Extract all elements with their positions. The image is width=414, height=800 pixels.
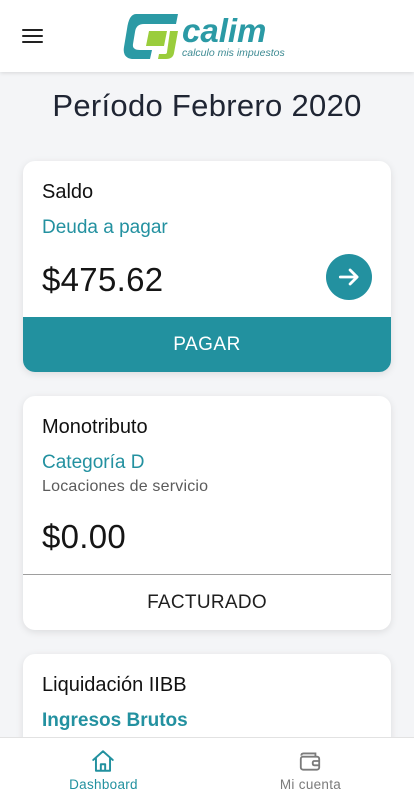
- card-subtitle: Deuda a pagar: [42, 217, 168, 238]
- app-header: calim calculo mis impuestos: [0, 0, 414, 72]
- billed-button[interactable]: FACTURADO: [23, 574, 391, 630]
- balance-amount: $475.62: [42, 261, 164, 298]
- card-subtitle: Ingresos Brutos: [42, 710, 188, 731]
- menu-line-icon: [21, 35, 43, 37]
- bottom-navigation: Dashboard Mi cuenta: [0, 737, 414, 800]
- monotributo-amount: $0.00: [42, 518, 127, 555]
- nav-label: Mi cuenta: [279, 777, 342, 792]
- logo-wordmark: calim: [182, 12, 267, 49]
- hamburger-menu-button[interactable]: [14, 20, 50, 52]
- logo-tagline: calculo mis impuestos: [182, 47, 285, 59]
- balance-card: Saldo Deuda a pagar $475.62 PAGAR: [23, 161, 391, 372]
- home-icon: [92, 750, 114, 772]
- wallet-icon: [299, 752, 321, 771]
- pay-button[interactable]: PAGAR: [23, 317, 391, 372]
- iibb-card: Liquidación IIBB Ingresos Brutos: [23, 654, 391, 737]
- calim-logo: calim calculo mis impuestos: [122, 10, 292, 62]
- menu-line-icon: [21, 41, 43, 43]
- nav-item-dashboard[interactable]: Dashboard: [0, 738, 207, 800]
- menu-line-icon: [21, 29, 43, 31]
- monotributo-card: Monotributo Categoría D Locaciones de se…: [23, 396, 391, 630]
- calim-logo-mark-icon: [123, 14, 178, 59]
- arrow-right-icon: [338, 268, 359, 286]
- nav-label: Dashboard: [69, 777, 138, 792]
- dashboard-content: Período Febrero 2020 Saldo Deuda a pagar…: [0, 72, 414, 737]
- card-title: Monotributo: [42, 416, 148, 438]
- page-title: Período Febrero 2020: [52, 88, 362, 123]
- nav-item-account[interactable]: Mi cuenta: [207, 738, 414, 800]
- card-subtitle: Categoría D: [42, 452, 145, 473]
- card-title: Liquidación IIBB: [42, 674, 187, 696]
- card-title: Saldo: [42, 181, 94, 203]
- balance-detail-button[interactable]: [326, 254, 372, 300]
- card-description: Locaciones de servicio: [42, 478, 209, 495]
